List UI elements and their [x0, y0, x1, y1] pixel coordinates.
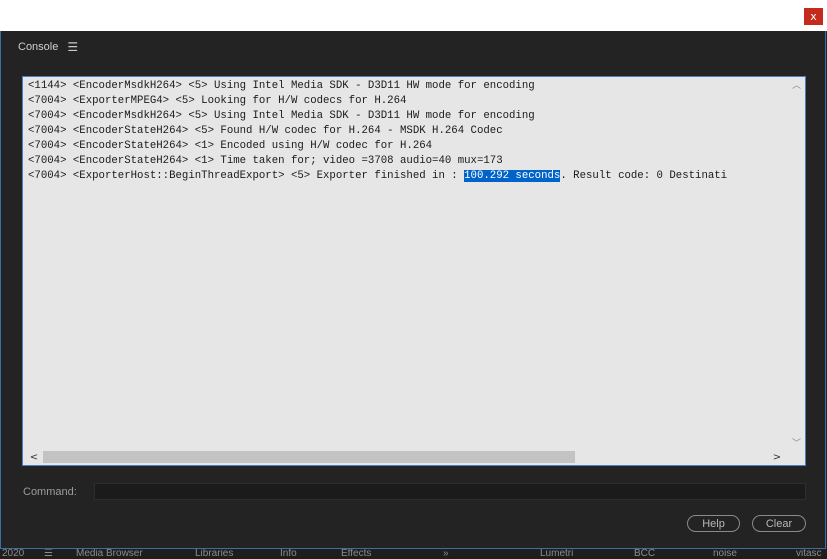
- log-line: <7004> <EncoderMsdkH264> <5> Using Intel…: [28, 110, 535, 122]
- panel-title: Console: [18, 41, 59, 53]
- scroll-right-icon[interactable]: >: [768, 449, 786, 465]
- panel-header: Console ☰: [18, 39, 78, 55]
- tab-menu-icon[interactable]: ☰: [44, 549, 53, 559]
- tab-libraries[interactable]: Libraries: [195, 549, 233, 559]
- log-text: . Result code: 0 Destinati: [560, 170, 728, 182]
- tab-info[interactable]: Info: [280, 549, 297, 559]
- tab-effects[interactable]: Effects: [341, 549, 371, 559]
- log-line: <7004> <EncoderStateH264> <1> Time taken…: [28, 155, 503, 167]
- console-dialog: Console ☰ <1144> <EncoderMsdkH264> <5> U…: [0, 31, 826, 549]
- selected-text[interactable]: 100.292 seconds: [464, 170, 561, 182]
- scroll-down-icon[interactable]: ﹀: [788, 435, 805, 449]
- clear-button[interactable]: Clear: [752, 515, 806, 532]
- tab-lumetri[interactable]: Lumetri: [540, 549, 573, 559]
- close-button[interactable]: x: [804, 8, 823, 25]
- log-line: <1144> <EncoderMsdkH264> <5> Using Intel…: [28, 80, 535, 92]
- help-button[interactable]: Help: [687, 515, 740, 532]
- horizontal-scrollbar[interactable]: < >: [23, 449, 788, 465]
- console-output[interactable]: <1144> <EncoderMsdkH264> <5> Using Intel…: [22, 76, 806, 466]
- close-icon: x: [810, 10, 817, 23]
- hamburger-menu-icon[interactable]: ☰: [67, 40, 78, 54]
- log-line: <7004> <ExporterMPEG4> <5> Looking for H…: [28, 95, 407, 107]
- tab-year[interactable]: 2020: [2, 549, 24, 559]
- scroll-up-icon[interactable]: ︿: [788, 77, 805, 91]
- vertical-scrollbar[interactable]: ︿ ﹀: [788, 77, 805, 449]
- tab-noise[interactable]: noise: [713, 549, 737, 559]
- log-line: <7004> <EncoderStateH264> <1> Encoded us…: [28, 140, 433, 152]
- log-text: <7004> <ExporterHost::BeginThreadExport>…: [28, 170, 465, 182]
- horizontal-scroll-thumb[interactable]: [43, 451, 575, 463]
- log-line-last: <7004> <ExporterHost::BeginThreadExport>…: [28, 169, 785, 184]
- log-line: <7004> <EncoderStateH264> <5> Found H/W …: [28, 125, 503, 137]
- command-input[interactable]: [94, 483, 806, 500]
- command-label: Command:: [23, 486, 77, 498]
- tab-overflow-icon[interactable]: »: [443, 549, 449, 559]
- window-titlebar: x: [0, 0, 827, 31]
- console-log[interactable]: <1144> <EncoderMsdkH264> <5> Using Intel…: [28, 79, 785, 449]
- tab-vitasc[interactable]: vitasc: [796, 549, 822, 559]
- tab-media-browser[interactable]: Media Browser: [76, 549, 143, 559]
- tab-bcc[interactable]: BCC: [634, 549, 655, 559]
- background-panel-tabs: 2020 ☰ Media Browser Libraries Info Effe…: [0, 549, 827, 559]
- scroll-left-icon[interactable]: <: [25, 449, 43, 465]
